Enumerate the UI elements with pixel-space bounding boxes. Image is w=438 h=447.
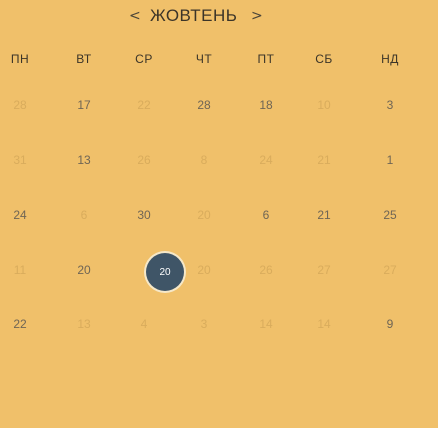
day-cell[interactable]: 28 <box>0 97 40 113</box>
day-cell[interactable]: 13 <box>64 152 104 168</box>
day-cell[interactable]: 13 <box>64 316 104 332</box>
day-cell[interactable]: 18 <box>246 97 286 113</box>
day-cell[interactable]: 26 <box>246 262 286 278</box>
day-cell[interactable]: 27 <box>304 262 344 278</box>
day-cell[interactable]: 3 <box>370 97 410 113</box>
day-cell[interactable]: 21 <box>304 207 344 223</box>
selected-day[interactable]: 20 <box>146 253 184 291</box>
day-cell[interactable]: 25 <box>370 207 410 223</box>
day-cell[interactable]: 4 <box>124 316 164 332</box>
day-cell[interactable]: 27 <box>370 262 410 278</box>
day-cell[interactable]: 20 <box>184 207 224 223</box>
day-cell[interactable]: 26 <box>124 152 164 168</box>
day-cell[interactable]: 1 <box>370 152 410 168</box>
day-cell[interactable]: 28 <box>184 97 224 113</box>
day-cell[interactable]: 17 <box>64 97 104 113</box>
day-cell[interactable]: 22 <box>124 97 164 113</box>
day-cell[interactable]: 9 <box>370 316 410 332</box>
day-cell[interactable]: 14 <box>246 316 286 332</box>
day-cell[interactable]: 20 <box>184 262 224 278</box>
day-cell[interactable]: 3 <box>184 316 224 332</box>
day-cell[interactable]: 6 <box>64 207 104 223</box>
day-cell[interactable]: 6 <box>246 207 286 223</box>
day-cell[interactable]: 21 <box>304 152 344 168</box>
day-cell[interactable]: 30 <box>124 207 164 223</box>
day-cell[interactable]: 20 <box>64 262 104 278</box>
day-cell[interactable]: 22 <box>0 316 40 332</box>
day-cell[interactable]: 11 <box>0 262 40 278</box>
day-cell[interactable]: 8 <box>184 152 224 168</box>
day-cell[interactable]: 24 <box>246 152 286 168</box>
day-cell[interactable]: 24 <box>0 207 40 223</box>
day-cell[interactable]: 14 <box>304 316 344 332</box>
day-cell[interactable]: 10 <box>304 97 344 113</box>
day-cell[interactable]: 31 <box>0 152 40 168</box>
calendar-grid: 28 17 22 28 18 10 3 31 13 26 8 24 21 1 24 6 30 20 6 21 25 11 2… <box>0 0 438 447</box>
